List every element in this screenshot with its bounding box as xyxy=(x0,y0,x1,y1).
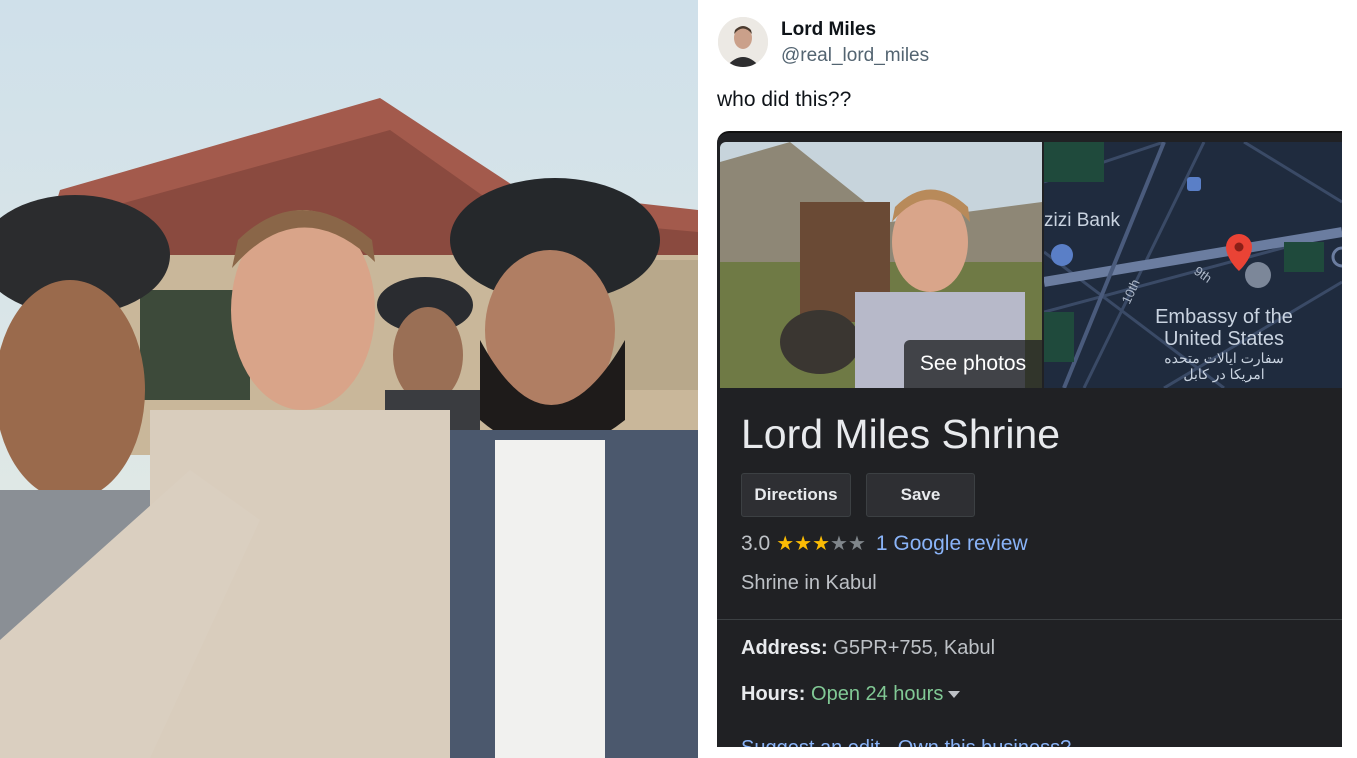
map-label-embassy-line2: United States xyxy=(1163,328,1285,350)
star-empty-icon: ★ xyxy=(830,533,848,555)
chevron-down-icon[interactable] xyxy=(948,691,961,699)
map-label-embassy-arabic-1: سفارت ایالات متحده xyxy=(1164,350,1284,366)
address-label: Address: xyxy=(741,637,828,659)
star-filled-icon: ★ xyxy=(776,533,795,555)
display-name[interactable]: Lord Miles xyxy=(781,19,876,41)
map-label-embassy-arabic-2: امریکا در کابل xyxy=(1183,366,1265,382)
tweet: Lord Miles @real_lord_miles who did this… xyxy=(698,0,1357,758)
hours-value: Open 24 hours xyxy=(805,683,944,705)
star-filled-icon: ★ xyxy=(812,533,831,555)
directions-button[interactable]: Directions xyxy=(741,473,851,517)
divider xyxy=(717,619,1342,620)
review-link[interactable]: 1 Google review xyxy=(876,532,1028,556)
place-photo[interactable]: See photos xyxy=(720,142,1042,388)
map-label-embassy-line1: Embassy of the xyxy=(1155,306,1293,328)
rating-row: 3.0 ★ ★ ★ ★ ★ 1 Google review xyxy=(741,531,1028,556)
place-map[interactable]: zizi Bank 10th 9th Embassy of the United… xyxy=(1044,142,1342,388)
place-category: Shrine in Kabul xyxy=(741,572,877,594)
map-label-bank: zizi Bank xyxy=(1044,210,1121,231)
save-button[interactable]: Save xyxy=(866,473,975,517)
star-empty-icon: ★ xyxy=(847,533,866,555)
rating-value: 3.0 xyxy=(741,531,771,555)
hours-row[interactable]: Hours: Open 24 hours xyxy=(741,683,961,706)
see-photos-button[interactable]: See photos xyxy=(904,340,1042,388)
map-label-embassy: Embassy of the United States سفارت ایالا… xyxy=(1139,306,1309,382)
address-row: Address: G5PR+755, Kabul xyxy=(741,637,995,660)
maps-place-card: See photos zizi Bank 10th 9th Embassy of… xyxy=(717,131,1342,747)
selfie-photo xyxy=(0,0,698,758)
star-filled-icon: ★ xyxy=(794,533,813,555)
rating-stars: ★ ★ ★ ★ ★ xyxy=(776,531,866,556)
tweet-text: who did this?? xyxy=(717,88,852,111)
user-handle[interactable]: @real_lord_miles xyxy=(781,45,929,67)
suggest-edit-link[interactable]: Suggest an edit · Own this business? xyxy=(741,737,1071,747)
avatar[interactable] xyxy=(718,17,768,67)
hours-label: Hours: xyxy=(741,683,806,705)
address-value[interactable]: G5PR+755, Kabul xyxy=(828,637,995,659)
place-title: Lord Miles Shrine xyxy=(741,411,1061,457)
